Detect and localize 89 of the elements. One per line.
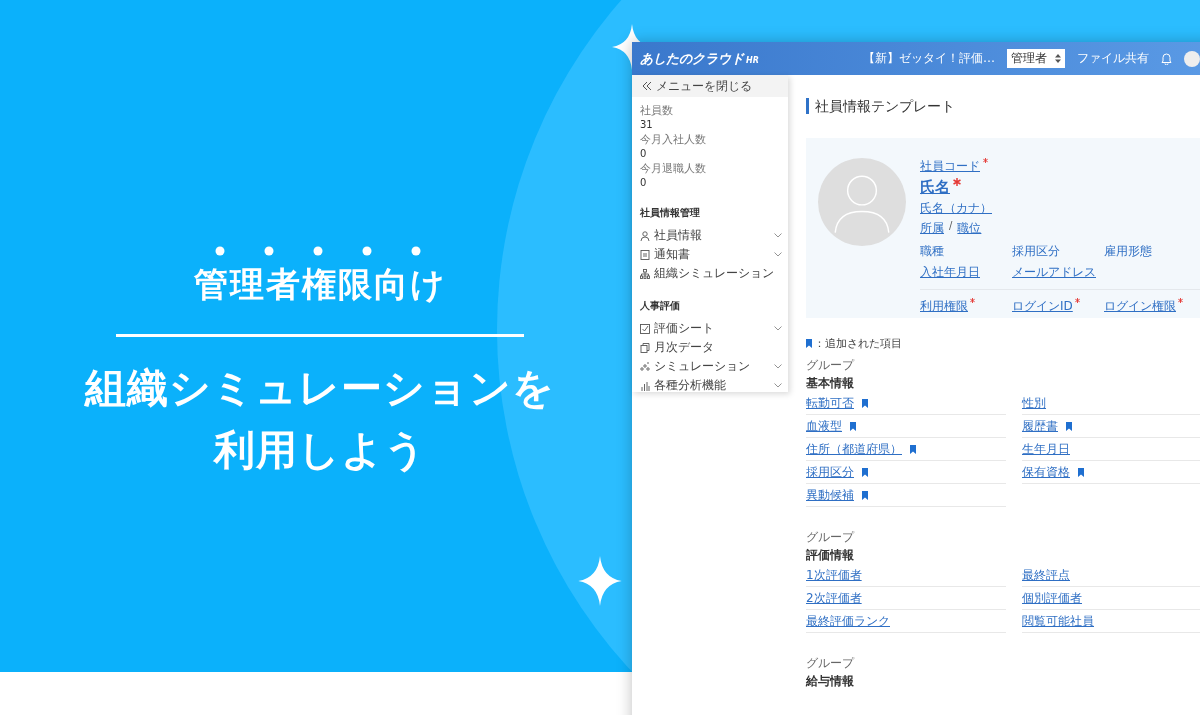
notice-link[interactable]: 【新】ゼッタイ！評価… bbox=[863, 50, 995, 67]
field-link[interactable]: 性別 bbox=[1022, 394, 1046, 412]
group-title: 評価情報 bbox=[806, 547, 855, 564]
field-link[interactable]: 雇用形態 bbox=[1104, 243, 1152, 260]
bookmark-icon bbox=[910, 444, 916, 454]
field-link[interactable]: 転勤可否 bbox=[806, 394, 854, 412]
bar-chart-icon[interactable] bbox=[640, 380, 650, 391]
chevron-down-icon[interactable] bbox=[774, 383, 782, 388]
field-link[interactable]: 入社年月日 bbox=[920, 264, 980, 281]
menu-item[interactable]: 各種分析機能 bbox=[654, 377, 770, 394]
field-link[interactable]: 最終評点 bbox=[1022, 566, 1070, 584]
scatter-icon[interactable] bbox=[640, 361, 650, 372]
kana-name-link[interactable]: 氏名（カナ） bbox=[920, 200, 992, 217]
group-title: 基本情報 bbox=[806, 375, 855, 392]
field-link[interactable]: 履歴書 bbox=[1022, 417, 1058, 435]
required-mark-icon bbox=[1074, 298, 1080, 303]
login-field-link[interactable]: ログインID bbox=[1012, 298, 1073, 315]
position-link[interactable]: 職位 bbox=[957, 220, 982, 237]
field-link[interactable]: 採用区分 bbox=[1012, 243, 1060, 260]
field-link[interactable]: 2次評価者 bbox=[806, 589, 862, 607]
menu-item[interactable]: 評価シート bbox=[654, 320, 770, 337]
emphasis-dots-icon bbox=[215, 246, 421, 256]
chevron-down-icon[interactable] bbox=[774, 233, 782, 238]
bookmark-icon bbox=[862, 398, 868, 408]
user-avatar[interactable] bbox=[1184, 50, 1200, 67]
required-mark-icon bbox=[970, 298, 975, 303]
stat-value: 0 bbox=[640, 176, 648, 190]
menu-item[interactable]: 通知書 bbox=[654, 246, 770, 263]
banner-title: 組織シミュレーションを bbox=[85, 363, 555, 414]
banner-title: 利用しよう bbox=[213, 425, 427, 476]
person-icon[interactable] bbox=[640, 230, 650, 241]
field-link[interactable]: 採用区分 bbox=[806, 463, 854, 481]
stat-label: 社員数 bbox=[640, 104, 674, 117]
name-link[interactable]: 氏名 bbox=[920, 178, 950, 197]
separator-text: / bbox=[949, 220, 953, 231]
field-link[interactable]: 閲覧可能社員 bbox=[1022, 612, 1094, 630]
employee-code-link[interactable]: 社員コード bbox=[920, 158, 980, 175]
page-title: 社員情報テンプレート bbox=[806, 98, 1200, 114]
required-mark-icon bbox=[1178, 298, 1183, 303]
bookmark-icon bbox=[862, 490, 868, 500]
field-link[interactable]: 血液型 bbox=[806, 417, 842, 435]
field-link[interactable]: 1次評価者 bbox=[806, 566, 862, 584]
role-select[interactable]: 管理者 bbox=[1007, 49, 1065, 68]
bookmark-icon bbox=[806, 339, 812, 348]
stat-value: 0 bbox=[640, 147, 648, 161]
field-link[interactable]: メールアドレス bbox=[1012, 264, 1096, 281]
bookmark-icon bbox=[850, 421, 856, 431]
field-link[interactable]: 保有資格 bbox=[1022, 463, 1070, 481]
department-link[interactable]: 所属 bbox=[920, 220, 944, 237]
group-caption: グループ bbox=[806, 357, 856, 374]
sort-arrows-icon bbox=[1055, 54, 1061, 63]
menu-item[interactable]: 月次データ bbox=[654, 339, 782, 356]
bookmark-icon bbox=[862, 467, 868, 477]
chevron-down-icon[interactable] bbox=[774, 364, 782, 369]
stat-label: 今月入社人数 bbox=[640, 133, 707, 146]
bookmark-icon bbox=[1078, 467, 1084, 477]
field-link[interactable]: 生年月日 bbox=[1022, 440, 1070, 458]
org-chart-icon[interactable] bbox=[640, 268, 650, 279]
close-menu-button[interactable]: メニューを閉じる bbox=[632, 75, 788, 97]
legend-text: ：追加された項目 bbox=[814, 336, 902, 351]
double-chevron-left-icon bbox=[642, 82, 652, 90]
bookmark-icon bbox=[1066, 421, 1072, 431]
bell-icon[interactable] bbox=[1161, 52, 1172, 65]
field-link[interactable]: 個別評価者 bbox=[1022, 589, 1082, 607]
menu-item[interactable]: シミュレーション bbox=[654, 358, 770, 375]
avatar-placeholder-icon bbox=[818, 158, 906, 246]
checklist-icon[interactable] bbox=[640, 323, 650, 334]
field-link[interactable]: 住所（都道府県） bbox=[806, 440, 902, 458]
login-field-link[interactable]: ログイン権限 bbox=[1104, 298, 1176, 315]
stat-label: 今月退職人数 bbox=[640, 162, 707, 175]
field-link[interactable]: 最終評価ランク bbox=[806, 612, 890, 630]
login-field-link[interactable]: 利用権限 bbox=[920, 298, 968, 315]
banner-heading: 管理者権限向け bbox=[193, 263, 447, 306]
chevron-down-icon[interactable] bbox=[774, 252, 782, 257]
menu-item[interactable]: 社員情報 bbox=[654, 227, 770, 244]
chevron-down-icon[interactable] bbox=[774, 326, 782, 331]
section-title: 人事評価 bbox=[640, 299, 681, 313]
field-link[interactable]: 異動候補 bbox=[806, 486, 854, 504]
group-caption: グループ bbox=[806, 529, 856, 546]
menu-item[interactable]: 組織シミュレーション bbox=[654, 265, 782, 282]
file-share-link[interactable]: ファイル共有 bbox=[1077, 50, 1149, 67]
section-title: 社員情報管理 bbox=[640, 206, 701, 220]
group-title: 給与情報 bbox=[806, 673, 855, 690]
stat-value: 31 bbox=[640, 118, 654, 132]
copy-icon[interactable] bbox=[640, 342, 650, 353]
group-caption: グループ bbox=[806, 655, 856, 672]
document-icon[interactable] bbox=[640, 249, 650, 260]
app-logo[interactable]: あしたのクラウドHR bbox=[640, 49, 759, 68]
field-link[interactable]: 職種 bbox=[920, 243, 944, 260]
